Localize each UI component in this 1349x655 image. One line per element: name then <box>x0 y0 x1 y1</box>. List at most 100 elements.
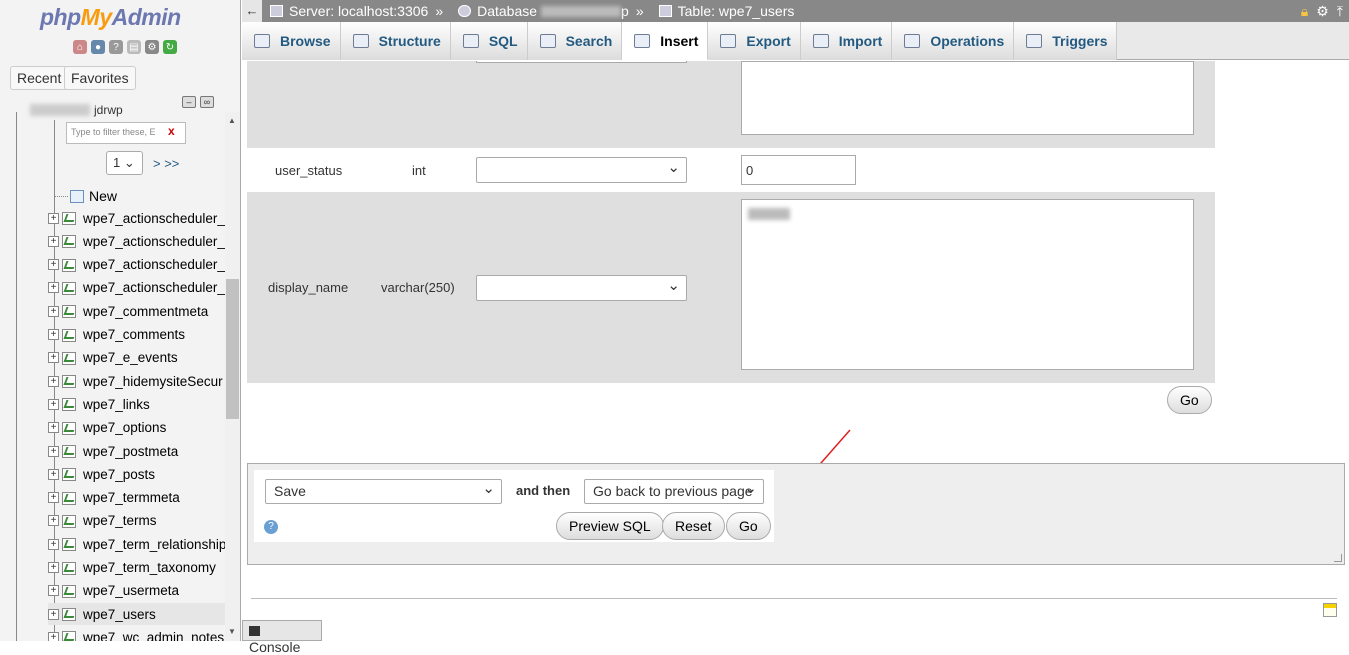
table-name: wpe7_e_events <box>83 350 178 366</box>
table-icon <box>61 561 77 575</box>
collapse-all-icon[interactable]: – <box>182 96 196 108</box>
breadcrumb-database[interactable]: Database p <box>458 3 629 19</box>
sidebar-table-item[interactable]: + wpe7_postmeta <box>48 440 238 462</box>
expand-icon[interactable]: + <box>48 608 59 620</box>
go-button[interactable]: Go <box>726 512 771 540</box>
docs-icon[interactable]: ? <box>109 40 123 54</box>
preview-sql-button[interactable]: Preview SQL <box>556 512 664 540</box>
expand-icon[interactable]: + <box>48 631 59 641</box>
sidebar-table-item[interactable]: + wpe7_actionscheduler_ <box>48 230 238 252</box>
reload-icon[interactable]: ↻ <box>163 40 177 54</box>
table-icon <box>61 537 77 552</box>
sidebar-table-item[interactable]: + wpe7_term_relationship <box>48 533 238 555</box>
expand-icon[interactable]: + <box>48 329 59 340</box>
expand-icon[interactable]: + <box>48 562 59 573</box>
value-textarea[interactable] <box>741 61 1194 135</box>
resize-handle[interactable] <box>1334 554 1342 562</box>
lock-icon[interactable]: 🔒︎ <box>1301 3 1308 20</box>
sidebar-table-item[interactable]: + wpe7_terms <box>48 510 238 532</box>
page-next-links[interactable]: > >> <box>153 156 179 171</box>
expand-icon[interactable]: + <box>48 398 59 410</box>
save-mode-select[interactable]: Save <box>265 479 502 504</box>
breadcrumb-server[interactable]: Server: localhost:3306 <box>270 3 428 19</box>
phpmyadmin-logo[interactable]: phpMyAdmin <box>40 4 181 31</box>
console-toggle[interactable]: Console <box>242 620 322 655</box>
table-icon <box>61 351 77 365</box>
home-icon[interactable]: ⌂ <box>73 40 87 54</box>
breadcrumb-table[interactable]: Table: wpe7_users <box>658 3 794 19</box>
tab-triggers[interactable]: Triggers <box>1014 22 1118 60</box>
sidebar-table-item[interactable]: + wpe7_e_events <box>48 347 238 369</box>
logout-icon[interactable]: ● <box>91 40 105 54</box>
table-name: wpe7_links <box>83 396 150 412</box>
tab-insert[interactable]: Insert <box>622 22 709 60</box>
sidebar-table-item[interactable]: + wpe7_users <box>48 603 238 626</box>
expand-icon[interactable]: + <box>48 492 59 504</box>
expand-icon[interactable]: + <box>48 468 59 480</box>
expand-icon[interactable]: + <box>48 445 59 457</box>
sidebar-table-item[interactable]: + wpe7_posts <box>48 463 238 485</box>
expand-icon[interactable]: + <box>48 585 59 597</box>
expand-icon[interactable]: + <box>48 305 59 317</box>
expand-icon[interactable]: + <box>48 422 59 434</box>
help-icon[interactable]: ? <box>264 520 278 534</box>
tab-operations[interactable]: Operations <box>892 22 1015 60</box>
sidebar-scrollbar[interactable]: ▲ ▼ <box>225 112 240 641</box>
sidebar-table-item[interactable]: + wpe7_actionscheduler_ <box>48 207 238 229</box>
expand-icon[interactable]: + <box>48 259 59 271</box>
favorites-button[interactable]: Favorites <box>64 66 136 90</box>
sidebar-table-item[interactable]: + wpe7_termmeta <box>48 487 238 509</box>
clear-filter-button[interactable]: x <box>168 124 175 138</box>
link-with-main-icon[interactable]: ∞ <box>200 96 214 108</box>
sidebar-table-item[interactable]: + wpe7_actionscheduler_ <box>48 277 238 299</box>
tab-structure[interactable]: Structure <box>340 22 451 60</box>
function-select[interactable] <box>476 61 687 63</box>
expand-icon[interactable]: + <box>48 375 59 387</box>
reset-button[interactable]: Reset <box>662 512 725 540</box>
function-select[interactable] <box>476 157 687 183</box>
sidebar-table-item[interactable]: + wpe7_links <box>48 393 238 415</box>
gear-icon[interactable]: ⚙ <box>1316 3 1329 20</box>
tab-import[interactable]: Import <box>800 22 893 60</box>
sidebar-table-item[interactable]: + wpe7_wc_admin_notes <box>48 626 238 641</box>
tab-browse[interactable]: Browse <box>242 22 341 60</box>
scroll-down-icon[interactable]: ▼ <box>228 627 236 636</box>
sidebar-table-item[interactable]: + wpe7_usermeta <box>48 580 238 602</box>
expand-icon[interactable]: + <box>48 538 59 550</box>
display-name-textarea[interactable] <box>741 199 1194 370</box>
sidebar-table-item[interactable]: + wpe7_commentmeta <box>48 300 238 322</box>
sidebar-table-item[interactable]: + wpe7_term_taxonomy <box>48 557 238 579</box>
table-name: wpe7_wc_admin_notes <box>83 629 225 641</box>
user-status-input[interactable]: 0 <box>741 155 856 185</box>
database-node[interactable]: jdrwp <box>30 103 123 117</box>
insert-icon <box>634 33 651 48</box>
scrollbar-thumb[interactable] <box>226 279 239 419</box>
table-name: wpe7_actionscheduler_ <box>83 257 225 273</box>
sidebar-table-item[interactable]: + wpe7_hidemysiteSecur <box>48 370 238 392</box>
new-table-link[interactable]: New <box>54 188 117 204</box>
scroll-up-icon[interactable]: ▲ <box>228 116 236 125</box>
page-select[interactable]: 1 ⌄ <box>106 151 143 175</box>
expand-icon[interactable]: + <box>48 212 59 224</box>
tab-search[interactable]: Search <box>527 22 623 60</box>
recent-button[interactable]: Recent <box>10 66 69 90</box>
sql-docs-icon[interactable]: ▤ <box>127 40 141 54</box>
collapse-icon[interactable]: ⤒ <box>1337 3 1343 20</box>
sidebar-table-item[interactable]: + wpe7_options <box>48 417 238 439</box>
note-icon[interactable] <box>1323 603 1337 617</box>
tab-sql[interactable]: SQL <box>450 22 528 60</box>
browse-icon <box>254 34 270 48</box>
settings-icon[interactable]: ⚙ <box>145 40 159 54</box>
function-select[interactable] <box>476 275 687 301</box>
after-insert-select[interactable]: Go back to previous page <box>584 479 764 504</box>
expand-icon[interactable]: + <box>48 235 59 247</box>
expand-icon[interactable]: + <box>48 352 59 364</box>
sidebar-table-item[interactable]: + wpe7_comments <box>48 324 238 346</box>
tab-export[interactable]: Export <box>708 22 801 60</box>
expand-icon[interactable]: + <box>48 282 59 294</box>
table-name: wpe7_terms <box>83 513 157 529</box>
expand-icon[interactable]: + <box>48 515 59 527</box>
back-arrow-icon[interactable]: ← <box>242 0 262 22</box>
sidebar-table-item[interactable]: + wpe7_actionscheduler_ <box>48 254 238 276</box>
go-button[interactable]: Go <box>1167 386 1212 414</box>
